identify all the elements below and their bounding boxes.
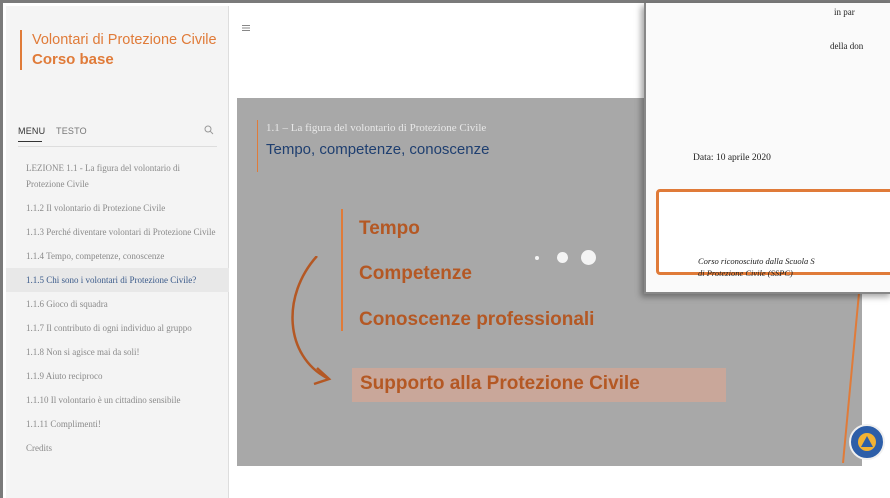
tab-text[interactable]: TESTO xyxy=(56,126,87,136)
slide-header: 1.1 – La figura del volontario di Protez… xyxy=(257,120,489,172)
search-icon[interactable] xyxy=(204,125,214,135)
course-window: Volontari di Protezione Civile Corso bas… xyxy=(0,0,890,498)
certificate-notice-text: Corso riconosciuto dalla Scuola S di Pro… xyxy=(698,255,815,279)
course-header: Volontari di Protezione Civile Corso bas… xyxy=(20,30,220,70)
sidebar-item-1-1-7[interactable]: 1.1.7 Il contributo di ogni individuo al… xyxy=(6,316,229,340)
sidebar-item-1-1-5[interactable]: 1.1.5 Chi sono i volontari di Protezione… xyxy=(6,268,229,292)
notice-line-1: Corso riconosciuto dalla Scuola S xyxy=(698,256,815,266)
sidebar: Volontari di Protezione Civile Corso bas… xyxy=(6,6,229,498)
notice-line-2: di Protezione Civile (SSPC) xyxy=(698,268,793,278)
dot-medium xyxy=(557,252,568,263)
course-title: Volontari di Protezione Civile xyxy=(32,32,217,48)
slide-subtitle: 1.1 – La figura del volontario di Protez… xyxy=(266,122,487,134)
dot-small xyxy=(535,256,539,260)
sidebar-item-1-1-10[interactable]: 1.1.10 Il volontario è un cittadino sens… xyxy=(6,388,229,412)
protezione-civile-logo xyxy=(849,424,885,460)
course-subtitle: Corso base xyxy=(32,51,114,68)
sidebar-item-1-1-11[interactable]: 1.1.11 Complimenti! xyxy=(6,412,229,436)
sidebar-item-1-1-2[interactable]: 1.1.2 Il volontario di Protezione Civile xyxy=(6,196,229,220)
lesson-list: LEZIONE 1.1 - La figura del volontario d… xyxy=(6,156,229,460)
sidebar-tabs: MENU TESTO xyxy=(6,120,229,142)
keyword-conoscenze: Conoscenze professionali xyxy=(359,309,595,330)
sidebar-item-lesson-1-1[interactable]: LEZIONE 1.1 - La figura del volontario d… xyxy=(6,156,229,196)
sidebar-item-1-1-3[interactable]: 1.1.3 Perché diventare volontari di Prot… xyxy=(6,220,229,244)
sidebar-divider xyxy=(18,146,217,147)
document-date: Data: 10 aprile 2020 xyxy=(693,153,771,163)
sidebar-item-1-1-4[interactable]: 1.1.4 Tempo, competenze, conoscenze xyxy=(6,244,229,268)
menu-icon[interactable] xyxy=(242,23,250,34)
tab-menu[interactable]: MENU xyxy=(18,126,45,136)
active-tab-indicator xyxy=(18,141,42,142)
certificate-overlay: in par della don Data: 10 aprile 2020 Co… xyxy=(644,3,890,294)
sidebar-item-credits[interactable]: Credits xyxy=(6,436,229,460)
document-text-line-1: in par xyxy=(834,7,855,17)
progress-dots xyxy=(535,248,605,268)
document-text-line-2: della don xyxy=(830,41,864,51)
keyword-supporto: Supporto alla Protezione Civile xyxy=(352,368,726,402)
sidebar-item-1-1-6[interactable]: 1.1.6 Gioco di squadra xyxy=(6,292,229,316)
dot-large xyxy=(581,250,596,265)
keyword-tempo: Tempo xyxy=(359,218,420,239)
sidebar-item-1-1-8[interactable]: 1.1.8 Non si agisce mai da soli! xyxy=(6,340,229,364)
sidebar-item-1-1-9[interactable]: 1.1.9 Aiuto reciproco xyxy=(6,364,229,388)
slide-title: Tempo, competenze, conoscenze xyxy=(266,141,490,158)
